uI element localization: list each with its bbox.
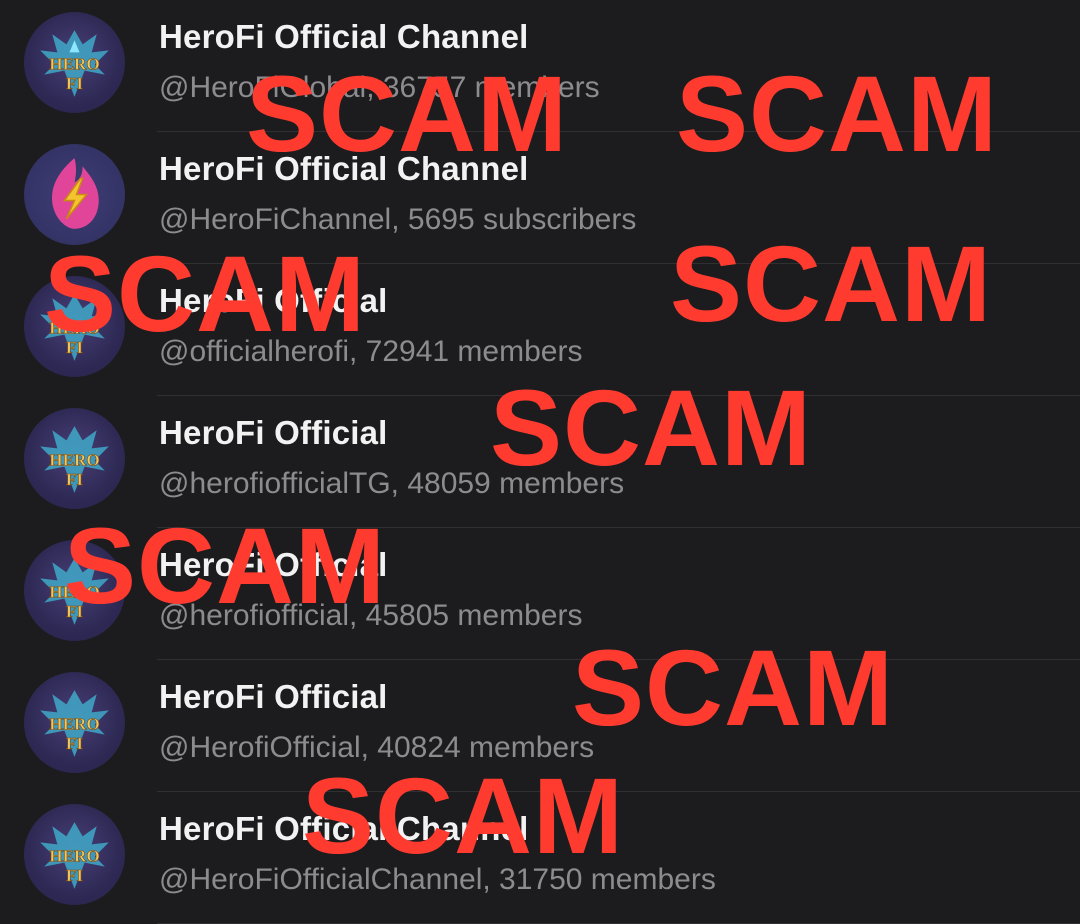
channel-subtitle: @HeroFiChannel, 5695 subscribers — [159, 203, 637, 236]
list-item[interactable]: HERO FI HeroFi Official @herofiofficial,… — [0, 528, 1080, 660]
channel-title: HeroFi Official — [159, 414, 388, 451]
channel-title: HeroFi Official Channel — [159, 810, 529, 847]
list-item[interactable]: HeroFi Official Channel @HeroFiChannel, … — [0, 132, 1080, 264]
herofi-logo-icon: HERO FI — [24, 276, 125, 377]
herofi-logo-icon: HERO FI — [24, 804, 125, 905]
list-item[interactable]: HERO FI HeroFi Official Channel @HeroFiG… — [0, 0, 1080, 132]
channel-title: HeroFi Official — [159, 546, 388, 583]
channel-subtitle: @herofiofficialTG, 48059 members — [159, 467, 625, 500]
list-item[interactable]: HERO FI HeroFi Official @officialherofi,… — [0, 264, 1080, 396]
channel-subtitle: @HeroFiGlobal, 36757 members — [159, 71, 600, 104]
list-item[interactable]: HERO FI HeroFi Official @HerofiOfficial,… — [0, 660, 1080, 792]
list-item[interactable]: HERO FI HeroFi Official @herofiofficialT… — [0, 396, 1080, 528]
channel-title: HeroFi Official — [159, 282, 388, 319]
channel-title: HeroFi Official — [159, 678, 388, 715]
svg-text:HERO: HERO — [49, 319, 100, 338]
svg-text:HERO: HERO — [49, 451, 100, 470]
herofi-logo-icon: HERO FI — [24, 408, 125, 509]
channel-subtitle: @HeroFiOfficialChannel, 31750 members — [159, 863, 716, 896]
svg-text:FI: FI — [66, 470, 83, 489]
herofi-logo-icon: HERO FI — [24, 672, 125, 773]
channel-list: HERO FI HeroFi Official Channel @HeroFiG… — [0, 0, 1080, 924]
svg-text:HERO: HERO — [49, 55, 100, 74]
channel-subtitle: @HerofiOfficial, 40824 members — [159, 731, 595, 764]
channel-title: HeroFi Official Channel — [159, 18, 529, 55]
svg-text:FI: FI — [66, 602, 83, 621]
lightning-bolt-icon — [24, 144, 125, 245]
list-item[interactable]: HERO FI HeroFi Official Channel @HeroFiO… — [0, 792, 1080, 924]
svg-text:HERO: HERO — [49, 583, 100, 602]
svg-text:FI: FI — [66, 866, 83, 885]
svg-text:HERO: HERO — [49, 715, 100, 734]
svg-text:HERO: HERO — [49, 847, 100, 866]
channel-subtitle: @herofiofficial, 45805 members — [159, 599, 583, 632]
channel-subtitle: @officialherofi, 72941 members — [159, 335, 583, 368]
svg-text:FI: FI — [66, 734, 83, 753]
herofi-logo-icon: HERO FI — [24, 540, 125, 641]
svg-text:FI: FI — [66, 74, 83, 93]
herofi-logo-icon: HERO FI — [24, 12, 125, 113]
channel-title: HeroFi Official Channel — [159, 150, 529, 187]
svg-text:FI: FI — [66, 338, 83, 357]
